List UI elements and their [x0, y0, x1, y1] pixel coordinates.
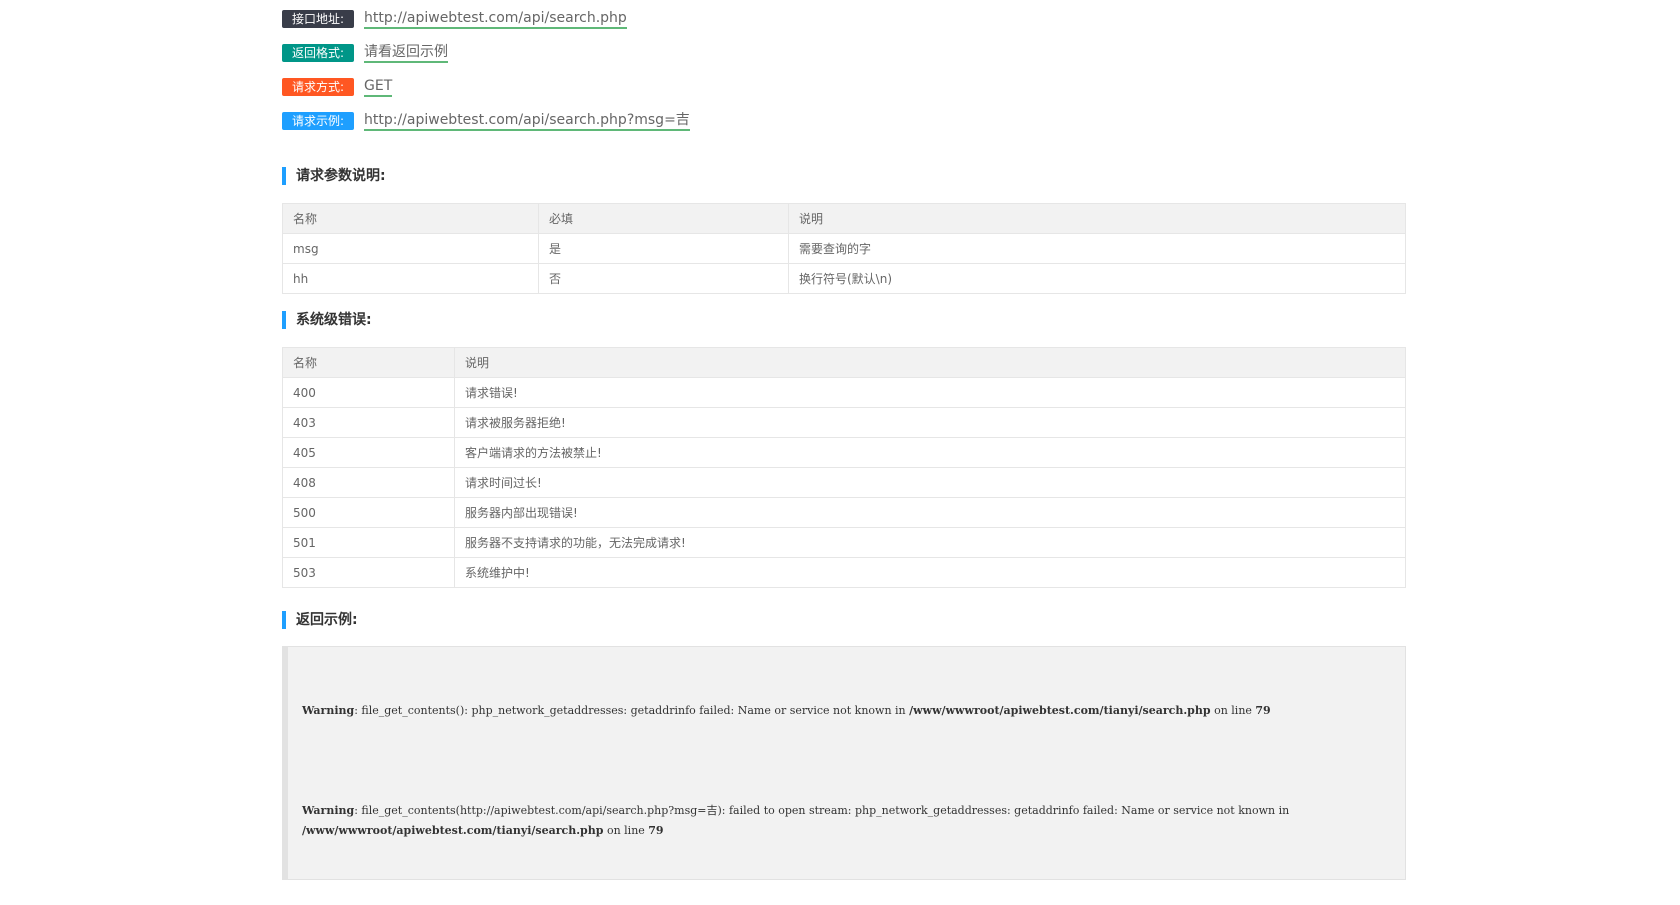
table-row: 403 请求被服务器拒绝! — [282, 407, 1406, 438]
table-cell: hh — [282, 263, 539, 294]
table-cell: 403 — [282, 407, 455, 438]
return-format-row: 返回格式: 请看返回示例 — [282, 42, 448, 64]
warning-line: 79 — [648, 824, 664, 837]
warning-text: on line — [603, 824, 649, 837]
warning-message: Warning: file_get_contents(http://apiweb… — [302, 801, 1391, 841]
warning-label: Warning — [302, 804, 355, 817]
params-table: 名称 必填 说明 msg 是 需要查询的字 hh 否 换行符号(默认\n) — [282, 203, 1406, 294]
warning-label: Warning — [302, 704, 355, 717]
params-section-title: 请求参数说明: — [282, 167, 386, 185]
warning-message: Warning: file_get_contents(): php_networ… — [302, 701, 1391, 721]
return-section-title: 返回示例: — [282, 611, 358, 629]
api-address-badge: 接口地址: — [282, 10, 354, 28]
table-cell: 需要查询的字 — [788, 233, 1406, 264]
table-row: 503 系统维护中! — [282, 557, 1406, 588]
example-badge: 请求示例: — [282, 112, 354, 130]
table-cell: 503 — [282, 557, 455, 588]
table-row: 408 请求时间过长! — [282, 467, 1406, 498]
errors-section-title: 系统级错误: — [282, 311, 372, 329]
api-address-link[interactable]: http://apiwebtest.com/api/search.php — [364, 9, 627, 29]
table-header-row: 名称 说明 — [282, 347, 1406, 378]
warning-text: : file_get_contents(): php_network_getad… — [354, 704, 910, 717]
method-badge: 请求方式: — [282, 78, 354, 96]
table-cell: 请求被服务器拒绝! — [454, 407, 1406, 438]
method-row: 请求方式: GET — [282, 76, 393, 98]
header-cell: 说明 — [454, 347, 1406, 378]
header-cell: 名称 — [282, 347, 455, 378]
warning-path: /www/wwwroot/apiwebtest.com/tianyi/searc… — [302, 824, 604, 837]
errors-table: 名称 说明 400 请求错误! 403 请求被服务器拒绝! 405 客户端请求的… — [282, 347, 1406, 588]
table-row: hh 否 换行符号(默认\n) — [282, 263, 1406, 294]
return-example-code: Warning: file_get_contents(): php_networ… — [282, 646, 1406, 880]
table-row: 405 客户端请求的方法被禁止! — [282, 437, 1406, 468]
table-cell: 服务器不支持请求的功能，无法完成请求! — [454, 527, 1406, 558]
table-cell: msg — [282, 233, 539, 264]
table-row: 500 服务器内部出现错误! — [282, 497, 1406, 528]
table-cell: 请求时间过长! — [454, 467, 1406, 498]
table-cell: 405 — [282, 437, 455, 468]
table-cell: 500 — [282, 497, 455, 528]
return-format-badge: 返回格式: — [282, 44, 354, 62]
warning-path: /www/wwwroot/apiwebtest.com/tianyi/searc… — [909, 704, 1211, 717]
table-cell: 501 — [282, 527, 455, 558]
table-cell: 换行符号(默认\n) — [788, 263, 1406, 294]
table-cell: 系统维护中! — [454, 557, 1406, 588]
header-cell: 必填 — [538, 203, 789, 234]
table-row: msg 是 需要查询的字 — [282, 233, 1406, 264]
table-header-row: 名称 必填 说明 — [282, 203, 1406, 234]
table-cell: 408 — [282, 467, 455, 498]
table-cell: 400 — [282, 377, 455, 408]
warning-text: on line — [1210, 704, 1256, 717]
header-cell: 名称 — [282, 203, 539, 234]
return-format-link[interactable]: 请看返回示例 — [364, 43, 448, 63]
example-row: 请求示例: http://apiwebtest.com/api/search.p… — [282, 110, 690, 132]
api-address-row: 接口地址: http://apiwebtest.com/api/search.p… — [282, 8, 627, 30]
header-cell: 说明 — [788, 203, 1406, 234]
method-value: GET — [364, 77, 393, 97]
table-cell: 否 — [538, 263, 789, 294]
warning-text: : file_get_contents(http://apiwebtest.co… — [354, 804, 1290, 817]
table-cell: 客户端请求的方法被禁止! — [454, 437, 1406, 468]
table-cell: 服务器内部出现错误! — [454, 497, 1406, 528]
table-row: 501 服务器不支持请求的功能，无法完成请求! — [282, 527, 1406, 558]
table-cell: 是 — [538, 233, 789, 264]
warning-line: 79 — [1255, 704, 1271, 717]
table-cell: 请求错误! — [454, 377, 1406, 408]
example-link[interactable]: http://apiwebtest.com/api/search.php?msg… — [364, 111, 690, 131]
table-row: 400 请求错误! — [282, 377, 1406, 408]
